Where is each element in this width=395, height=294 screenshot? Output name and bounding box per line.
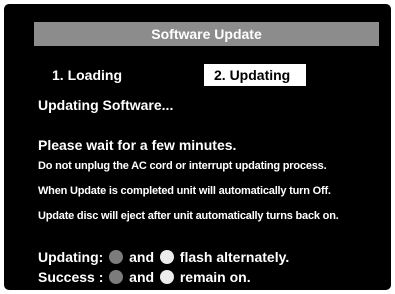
status-text: Updating Software... [38, 97, 174, 113]
update-panel: Software Update 1. Loading 2. Updating U… [4, 4, 391, 290]
screen: Software Update 1. Loading 2. Updating U… [0, 0, 395, 294]
indicator-light-icon [159, 270, 174, 284]
indicator-light-icon [159, 250, 174, 264]
step-updating-active: 2. Updating [204, 64, 306, 86]
indicator-dark-icon [109, 250, 124, 264]
instruction-line-unplug: Do not unplug the AC cord or interrupt u… [38, 160, 327, 172]
legend-success-text: remain on. [179, 269, 251, 285]
dialog-title: Software Update [151, 26, 262, 42]
instruction-line-turn-off: When Update is completed unit will autom… [38, 185, 331, 197]
legend-success: Success : and remain on. [38, 269, 251, 285]
legend-success-joiner: and [129, 269, 155, 285]
wait-heading: Please wait for a few minutes. [38, 137, 237, 153]
indicator-dark-icon [109, 270, 124, 284]
legend-updating-text: flash alternately. [179, 249, 290, 265]
legend-updating: Updating: and flash alternately. [38, 249, 289, 265]
title-bar: Software Update [34, 22, 379, 46]
instruction-line-disc-eject: Update disc will eject after unit automa… [38, 210, 339, 222]
legend-success-label: Success : [38, 269, 104, 285]
step-loading: 1. Loading [52, 67, 122, 83]
legend-updating-label: Updating: [38, 249, 104, 265]
legend-updating-joiner: and [129, 249, 154, 265]
